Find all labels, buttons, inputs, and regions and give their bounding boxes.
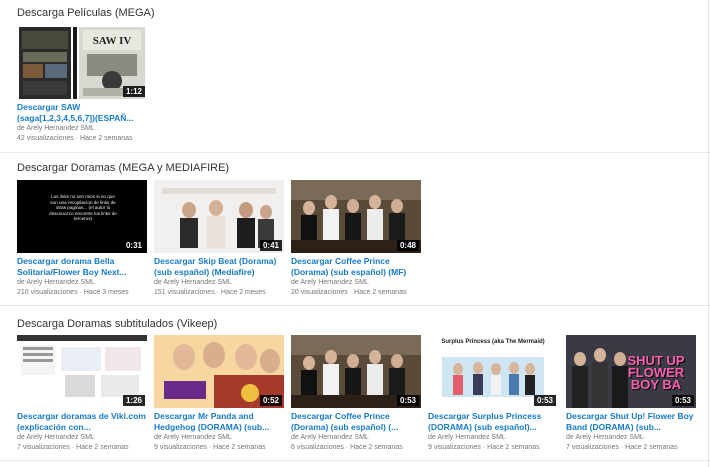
section-title[interactable]: Descargar Doramas (MEGA y MEDIAFIRE) bbox=[17, 162, 229, 174]
video-channel: de Arely Hernandez SML bbox=[566, 434, 644, 441]
video-stats: 9 visualizaciones · Hace 2 semanas bbox=[428, 444, 540, 451]
video-title-link[interactable]: Descargar Surplus Princess (DORAMA) (sub… bbox=[428, 411, 560, 433]
video-title-link[interactable]: Descargar Coffee Prince (Dorama) (sub es… bbox=[291, 411, 423, 433]
video-duration: 0:52 bbox=[259, 395, 282, 406]
video-channel: de Arely Hernandez SML bbox=[291, 279, 369, 286]
section-title[interactable]: Descarga Películas (MEGA) bbox=[17, 7, 155, 19]
section-divider bbox=[0, 305, 710, 306]
video-stats: 7 visualizaciones · Hace 2 semanas bbox=[566, 444, 678, 451]
video-title-link[interactable]: Descargar Shut Up! Flower Boy Band (DORA… bbox=[566, 411, 698, 433]
right-border bbox=[708, 0, 709, 467]
section-title[interactable]: Descarga Doramas subtitulados (Vikeep) bbox=[17, 318, 217, 330]
video-channel: de Arely Hernandez SML bbox=[154, 279, 232, 286]
video-thumbnail[interactable]: SHUT UP FLOWER BOY BA 0:53 bbox=[566, 335, 696, 408]
video-title-link[interactable]: Descargar Mr Panda and Hedgehog (DORAMA)… bbox=[154, 411, 286, 433]
video-card[interactable]: 0:53 Descargar Coffee Prince (Dorama) (s… bbox=[291, 335, 423, 453]
video-thumbnail[interactable]: 1:26 bbox=[17, 335, 147, 408]
video-card[interactable]: SHUT UP FLOWER BOY BA 0:53 Descargar Shu… bbox=[566, 335, 698, 453]
video-channel: de Arely Hernandez SML bbox=[291, 434, 369, 441]
video-duration: 1:12 bbox=[122, 86, 145, 97]
video-thumbnail[interactable]: 0:48 bbox=[291, 180, 421, 253]
video-thumbnail[interactable]: 0:53 bbox=[291, 335, 421, 408]
section-divider bbox=[0, 152, 710, 153]
thumbnail-caption: Los links no son mios si no que son una … bbox=[49, 194, 117, 222]
video-channel: de Arely Hernandez SML bbox=[428, 434, 506, 441]
video-stats: 9 visualizaciones · Hace 2 semanas bbox=[154, 444, 266, 451]
video-duration: 1:26 bbox=[122, 395, 145, 406]
video-thumbnail[interactable]: Surplus Princess (aka The Mermaid) 0:53 bbox=[428, 335, 558, 408]
video-duration: 0:31 bbox=[122, 240, 145, 251]
bottom-divider bbox=[0, 460, 710, 461]
video-duration: 0:53 bbox=[671, 395, 694, 406]
video-title-link[interactable]: Descargar dorama Bella Solitaria/Flower … bbox=[17, 256, 149, 278]
video-card[interactable]: Los links no son mios si no que son una … bbox=[17, 180, 149, 298]
video-stats: 210 visualizaciones · Hace 3 meses bbox=[17, 289, 129, 296]
video-title-link[interactable]: Descargar Skip Beat (Dorama) (sub españo… bbox=[154, 256, 286, 278]
video-channel: de Arely Hernandez SML bbox=[154, 434, 232, 441]
video-duration: 0:41 bbox=[259, 240, 282, 251]
video-card[interactable]: 0:48 Descargar Coffee Prince (Dorama) (s… bbox=[291, 180, 423, 298]
video-card[interactable]: 1:26 Descargar doramas de Viki.com (expl… bbox=[17, 335, 149, 453]
video-title-link[interactable]: Descargar doramas de Viki.com (explicaci… bbox=[17, 411, 149, 433]
video-channel: de Arely Hernandez SML bbox=[17, 279, 95, 286]
video-thumbnail[interactable]: SAW IV 1:12 bbox=[17, 26, 147, 99]
video-card[interactable]: 0:41 Descargar Skip Beat (Dorama) (sub e… bbox=[154, 180, 286, 298]
video-title-link[interactable]: Descargar Coffee Prince (Dorama) (sub es… bbox=[291, 256, 423, 278]
video-stats: 42 visualizaciones · Hace 2 semanas bbox=[17, 135, 133, 142]
video-duration: 0:48 bbox=[396, 240, 419, 251]
video-channel: de Arely Hernandez SML bbox=[17, 125, 95, 132]
video-thumbnail[interactable]: 0:41 bbox=[154, 180, 284, 253]
video-card[interactable]: Surplus Princess (aka The Mermaid) 0:53 … bbox=[428, 335, 560, 453]
video-title-link[interactable]: Descargar SAW (saga[1,2,3,4,5,6,7])(ESPA… bbox=[17, 102, 149, 124]
video-channel: de Arely Hernandez SML bbox=[17, 434, 95, 441]
video-card[interactable]: SAW IV 1:12 Descargar SAW (saga[1,2,3,4,… bbox=[17, 26, 149, 144]
video-thumbnail[interactable]: 0:52 bbox=[154, 335, 284, 408]
video-stats: 6 visualizaciones · Hace 2 semanas bbox=[291, 444, 403, 451]
thumbnail-logo-text: SHUT UP FLOWER BOY BA bbox=[627, 353, 685, 392]
video-card[interactable]: 0:52 Descargar Mr Panda and Hedgehog (DO… bbox=[154, 335, 286, 453]
video-duration: 0:53 bbox=[533, 395, 556, 406]
video-stats: 20 visualizaciones · Hace 2 semanas bbox=[291, 289, 407, 296]
video-duration: 0:53 bbox=[396, 395, 419, 406]
video-stats: 7 visualizaciones · Hace 2 semanas bbox=[17, 444, 129, 451]
svg-text:SAW IV: SAW IV bbox=[93, 35, 132, 47]
video-thumbnail[interactable]: Los links no son mios si no que son una … bbox=[17, 180, 147, 253]
video-stats: 151 visualizaciones · Hace 2 meses bbox=[154, 289, 266, 296]
